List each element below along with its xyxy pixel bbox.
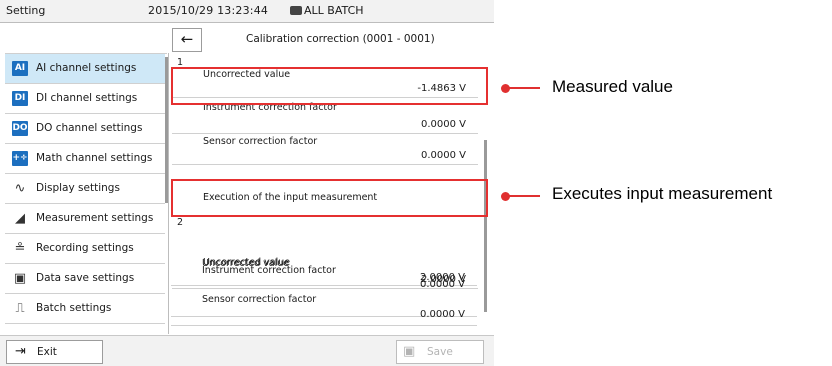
batch-label: ALL BATCH [304,4,364,17]
sidebar-item-label: Data save settings [36,272,135,284]
arrow-left-icon: ← [180,30,194,48]
recording-icon: ≗ [14,241,26,256]
save-icon: ▣ [403,344,416,359]
sidebar-item-label: AI channel settings [36,62,137,74]
settings-menu: AI AI channel settings DI DI channel set… [5,53,167,335]
back-button[interactable]: ← [172,28,202,52]
ai-channel-icon: AI [12,61,28,76]
sidebar-item-recording[interactable]: ≗ Recording settings [5,234,165,264]
batch-icon [290,5,302,15]
save-button[interactable]: ▣ Save [396,340,484,364]
sidebar-item-display[interactable]: ∿ Display settings [5,174,165,204]
sidebar-item-math-channel[interactable]: +÷ Math channel settings [5,144,165,174]
date-time-readout: 2015/10/29 13:23:44 [148,4,269,17]
content-scrollbar[interactable] [484,140,487,312]
di-channel-icon: DI [12,91,28,106]
batch-indicator: ALL BATCH [290,0,364,22]
sidebar-item-data-save[interactable]: ▣ Data save settings [5,264,165,294]
sidebar-item-label: DI channel settings [36,92,138,104]
group2-sensor-row[interactable]: Sensor correction factor 0.0000 V [171,292,477,326]
sidebar-item-di-channel[interactable]: DI DI channel settings [5,84,165,114]
exit-label: Exit [37,346,57,358]
sidebar-item-label: Measurement settings [36,212,154,224]
measured-value-highlight [171,67,488,105]
instrument-correction-field[interactable]: Instrument correction factor 0.0000 V [172,102,478,134]
screen-title: Setting [6,4,46,17]
executes-measurement-callout: Executes input measurement [552,184,773,203]
callout-line [505,195,540,197]
top-status-bar: Setting 2015/10/29 13:23:44 ALL BATCH [0,0,494,23]
save-label: Save [427,346,453,358]
field-label: Instrument correction factor [202,265,336,276]
field-value: 0.0000 V [419,309,465,320]
sidebar-item-label: Recording settings [36,242,134,254]
exit-button[interactable]: ⇥ Exit [6,340,103,364]
sidebar-item-label: DO channel settings [36,122,143,134]
execute-measurement-highlight [171,179,488,217]
do-channel-icon: DO [12,121,28,136]
sidebar-item-label: Math channel settings [36,152,153,164]
field-value: 0.0000 V [419,279,465,290]
waveform-icon: ∿ [14,181,26,196]
sidebar-item-do-channel[interactable]: DO DO channel settings [5,114,165,144]
batch-settings-icon: ⎍ [15,301,25,316]
sidebar-item-measurement[interactable]: ◢ Measurement settings [5,204,165,234]
callout-line [505,87,540,89]
sidebar-item-batch[interactable]: ⎍ Batch settings [5,294,165,324]
measured-value-callout: Measured value [552,77,673,96]
sub-header: ← Calibration correction (0001 - 0001) [166,26,484,52]
exit-icon: ⇥ [15,344,26,359]
measurement-icon: ◢ [15,211,25,226]
sidebar-item-ai-channel[interactable]: AI AI channel settings [5,54,165,84]
page-title: Calibration correction (0001 - 0001) [246,33,435,45]
field-label: Sensor correction factor [203,136,318,147]
field-value: 0.0000 V [420,119,466,130]
data-save-icon: ▣ [13,271,27,286]
field-label: Sensor correction factor [202,294,317,305]
field-value: 0.0000 V [420,150,466,161]
math-channel-icon: +÷ [12,151,28,166]
sidebar-item-label: Display settings [36,182,120,194]
group-number: 2 [177,217,184,228]
sensor-correction-field[interactable]: Sensor correction factor 0.0000 V [172,134,478,165]
sidebar-item-label: Batch settings [36,302,112,314]
bottom-toolbar: ⇥ Exit ▣ Save [0,335,494,366]
